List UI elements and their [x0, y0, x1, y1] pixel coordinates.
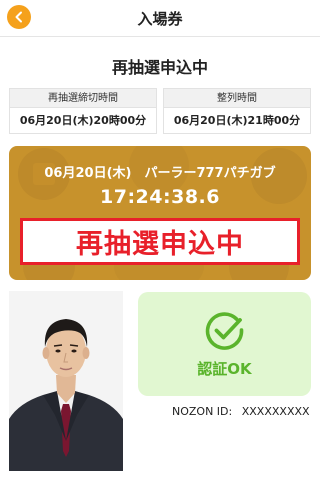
auth-status-card: 認証OK — [138, 292, 311, 396]
member-id-value: XXXXXXXXX — [241, 405, 310, 418]
ticket-clock: 17:24:38.6 — [100, 186, 220, 208]
member-id-label: NOZON ID: — [172, 405, 233, 418]
relottery-banner: 再抽選申込中 — [20, 218, 300, 265]
page-title: 入場券 — [137, 10, 183, 28]
lineup-value: 06月20日(木)21時00分 — [164, 108, 310, 133]
status-heading: 再抽選申込中 — [111, 58, 208, 77]
deadline-box: 再抽選締切時間 06月20日(木)20時00分 — [9, 88, 157, 134]
deadline-label: 再抽選締切時間 — [10, 89, 156, 108]
ticket-card: 06月20日(木) パーラー777パチガブ 17:24:38.6 再抽選申込中 — [9, 146, 311, 280]
top-bar: 入場券 — [0, 0, 320, 36]
member-photo — [9, 291, 123, 471]
header-divider — [0, 36, 320, 37]
deadline-value: 06月20日(木)20時00分 — [10, 108, 156, 133]
lineup-box: 整列時間 06月20日(木)21時00分 — [163, 88, 311, 134]
relottery-banner-text: 再抽選申込中 — [76, 229, 244, 260]
auth-status-text: 認証OK — [197, 360, 252, 378]
ticket-date-venue: 06月20日(木) パーラー777パチガブ — [44, 166, 276, 181]
lineup-label: 整列時間 — [164, 89, 310, 108]
member-photo-image — [9, 291, 123, 471]
check-circle-icon — [205, 312, 244, 350]
member-id: NOZON ID: XXXXXXXXX — [172, 405, 310, 418]
